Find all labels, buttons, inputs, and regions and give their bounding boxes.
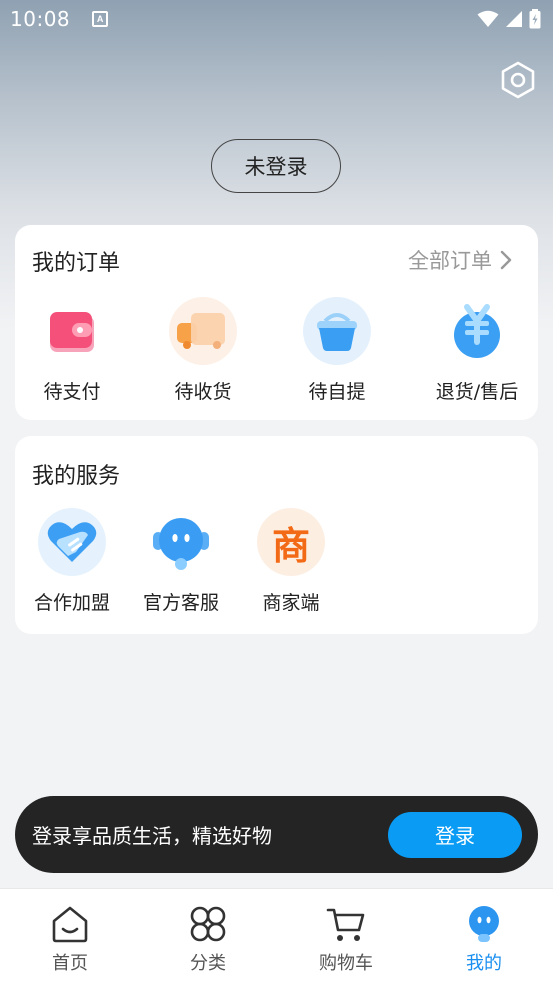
- handshake-heart-icon: [38, 508, 106, 576]
- order-refund-service[interactable]: 退货/售后: [417, 297, 537, 404]
- order-pending-receipt[interactable]: 待收货: [143, 297, 263, 404]
- service-item-label: 商家端: [262, 592, 320, 614]
- services-card: 我的服务 合作加盟 官方客服 商 商家端: [15, 436, 538, 634]
- battery-icon: [529, 9, 541, 29]
- chevron-right-icon: [500, 250, 512, 270]
- login-prompt-banner: 登录享品质生活，精选好物 登录: [15, 796, 538, 873]
- order-item-label: 退货/售后: [435, 381, 519, 403]
- login-status-button[interactable]: 未登录: [211, 139, 341, 193]
- merchant-glyph: 商: [271, 523, 310, 568]
- order-pending-payment[interactable]: 待支付: [12, 297, 132, 404]
- service-merchant[interactable]: 商 商家端: [231, 508, 351, 615]
- tab-label: 我的: [466, 953, 502, 974]
- service-partner-join[interactable]: 合作加盟: [12, 508, 132, 615]
- tab-home[interactable]: 首页: [10, 903, 130, 975]
- wifi-icon: [477, 10, 499, 27]
- order-pending-pickup[interactable]: 待自提: [277, 297, 397, 404]
- truck-icon: [169, 297, 237, 365]
- order-item-label: 待收货: [174, 381, 232, 403]
- services-title: 我的服务: [32, 464, 121, 489]
- tab-cart[interactable]: 购物车: [286, 903, 406, 975]
- login-button[interactable]: 登录: [388, 811, 522, 858]
- tab-category[interactable]: 分类: [148, 903, 268, 975]
- bottom-tab-bar: 首页 分类 购物车 我的: [0, 888, 553, 984]
- cart-icon: [325, 903, 367, 945]
- tab-label: 分类: [190, 953, 226, 974]
- settings-button[interactable]: [498, 60, 538, 100]
- robot-service-icon: [147, 508, 215, 576]
- tab-profile[interactable]: 我的: [424, 903, 544, 975]
- home-icon: [49, 903, 91, 945]
- merchant-icon: 商: [257, 508, 325, 576]
- order-item-label: 待支付: [43, 381, 101, 403]
- profile-icon: [463, 903, 505, 945]
- category-icon: [187, 903, 229, 945]
- orders-title: 我的订单: [32, 251, 121, 276]
- order-item-label: 待自提: [308, 381, 366, 403]
- service-official-support[interactable]: 官方客服: [121, 508, 241, 615]
- status-bar: 10:08 A: [0, 0, 553, 38]
- signal-icon: [506, 11, 522, 27]
- login-prompt-text: 登录享品质生活，精选好物: [32, 824, 272, 848]
- tab-label: 购物车: [319, 953, 373, 974]
- notification-a-icon: A: [92, 11, 109, 27]
- orders-card: 我的订单 全部订单 待支付 待收货 待自提 退货/售后: [15, 225, 538, 420]
- service-item-label: 官方客服: [142, 592, 219, 614]
- tab-label: 首页: [52, 953, 88, 974]
- status-time: 10:08: [10, 7, 71, 31]
- wallet-icon: [38, 297, 106, 365]
- all-orders-link[interactable]: 全部订单: [408, 245, 512, 275]
- service-item-label: 合作加盟: [33, 592, 110, 614]
- yen-refund-icon: [443, 297, 511, 365]
- all-orders-label: 全部订单: [408, 249, 492, 273]
- gear-icon: [501, 61, 535, 99]
- basket-icon: [303, 297, 371, 365]
